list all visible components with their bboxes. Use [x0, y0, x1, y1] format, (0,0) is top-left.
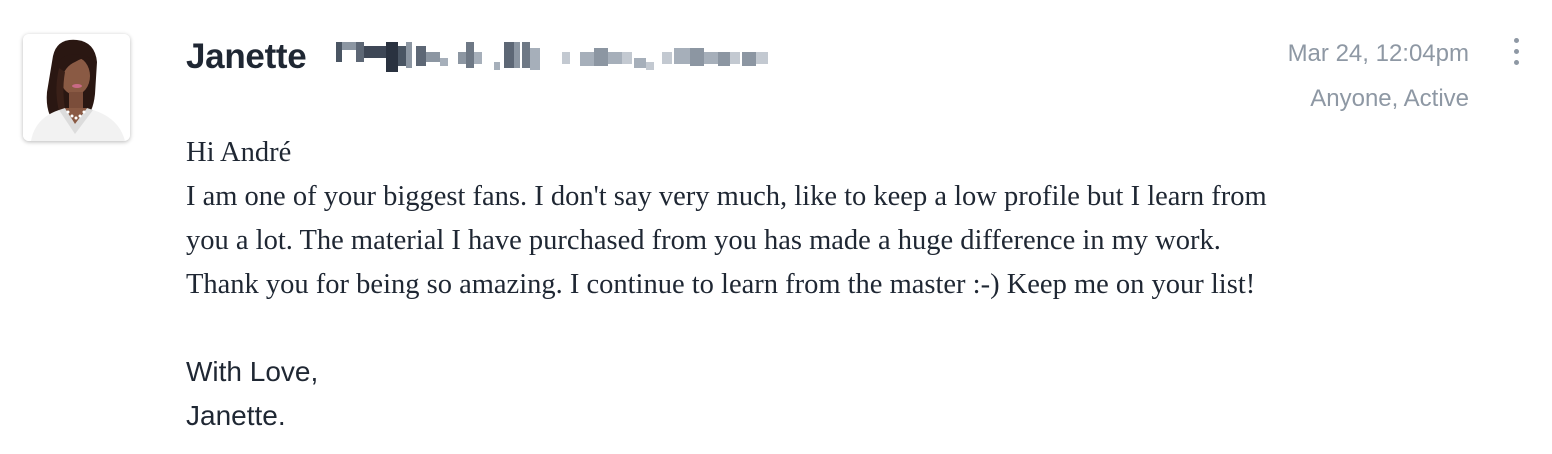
message-signoff: With Love, Janette.: [186, 350, 318, 438]
message-line: Thank you for being so amazing. I contin…: [186, 269, 1256, 300]
message-line: I am one of your biggest fans. I don't s…: [186, 181, 1267, 212]
author-avatar[interactable]: [23, 34, 130, 141]
author-name[interactable]: Janette: [186, 37, 307, 77]
avatar-photo: [23, 34, 130, 141]
redacted-author-details: [336, 42, 768, 72]
post-timestamp[interactable]: Mar 24, 12:04pm: [1288, 40, 1469, 68]
signoff-line: With Love,: [186, 356, 319, 387]
post-visibility: Anyone, Active: [1310, 85, 1469, 112]
message-post: Janette Mar 24, 12:04pm Anyone, Active H…: [0, 0, 1552, 454]
message-line: Hi André: [186, 137, 292, 168]
signoff-line: Janette.: [186, 400, 286, 431]
message-line: you a lot. The material I have purchased…: [186, 225, 1221, 256]
more-vertical-icon: [1514, 60, 1519, 65]
more-vertical-icon: [1514, 49, 1519, 54]
more-options-button[interactable]: [1505, 34, 1529, 70]
more-vertical-icon: [1514, 38, 1519, 43]
message-body: Hi André I am one of your biggest fans. …: [186, 131, 1486, 307]
